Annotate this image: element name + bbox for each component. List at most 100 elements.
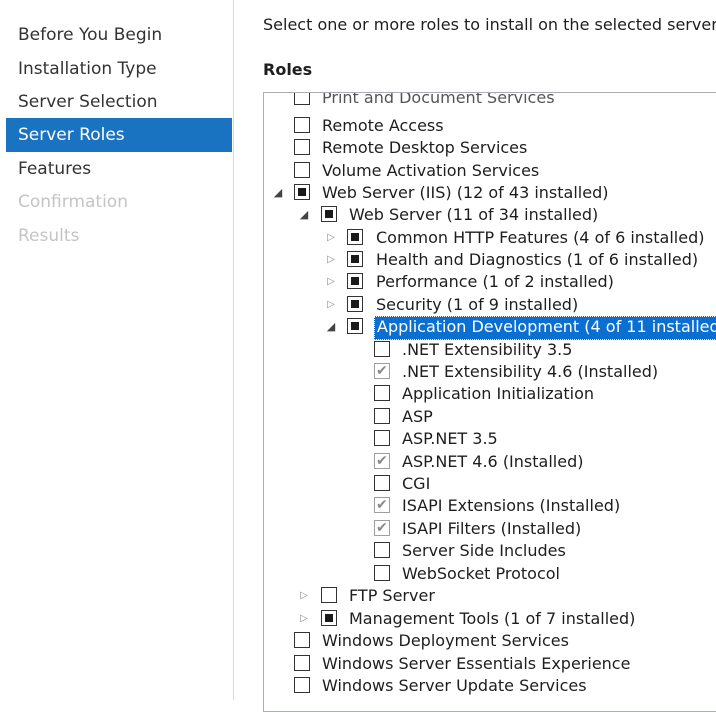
tree-item-windows-deployment-services[interactable]: Windows Deployment Services xyxy=(264,630,716,652)
item-label: Windows Server Essentials Experience xyxy=(322,654,631,673)
checkbox[interactable] xyxy=(347,273,363,289)
item-label: ISAPI Filters (Installed) xyxy=(402,519,582,538)
expanded-arrow-icon[interactable]: ◢ xyxy=(298,204,310,226)
roles-heading: Roles xyxy=(263,60,313,79)
checkbox[interactable] xyxy=(321,206,337,222)
item-label: Common HTTP Features (4 of 6 installed) xyxy=(376,228,705,247)
item-label: ASP.NET 3.5 xyxy=(402,429,498,448)
checkbox[interactable] xyxy=(374,385,390,401)
checkbox-installed: ✔ xyxy=(374,453,390,469)
nav-server-selection[interactable]: Server Selection xyxy=(6,85,232,119)
tree-item-websocket-protocol[interactable]: WebSocket Protocol xyxy=(264,563,716,585)
tree-item-volume-activation-services[interactable]: Volume Activation Services xyxy=(264,160,716,182)
checkbox-installed: ✔ xyxy=(374,497,390,513)
item-label: Security (1 of 9 installed) xyxy=(376,295,579,314)
tree-item-management-tools[interactable]: ▷ Management Tools (1 of 7 installed) xyxy=(264,608,716,630)
tree-item-security[interactable]: ▷ Security (1 of 9 installed) xyxy=(264,294,716,316)
tree-item-isapi-extensions[interactable]: ✔ ISAPI Extensions (Installed) xyxy=(264,495,716,517)
checkbox-installed: ✔ xyxy=(374,520,390,536)
tree-item-performance[interactable]: ▷ Performance (1 of 2 installed) xyxy=(264,271,716,293)
item-label: Windows Deployment Services xyxy=(322,631,569,650)
check-icon: ✔ xyxy=(376,453,388,469)
checkbox[interactable] xyxy=(347,296,363,312)
item-label: .NET Extensibility 3.5 xyxy=(402,340,573,359)
check-icon: ✔ xyxy=(376,520,388,536)
collapsed-arrow-icon[interactable]: ▷ xyxy=(298,585,310,607)
checkbox[interactable] xyxy=(294,93,310,105)
checkbox[interactable] xyxy=(294,139,310,155)
expanded-arrow-icon[interactable]: ◢ xyxy=(272,182,284,204)
item-label: Print and Document Services xyxy=(322,92,555,107)
tree-item-application-initialization[interactable]: Application Initialization xyxy=(264,383,716,405)
checkbox[interactable] xyxy=(294,117,310,133)
item-label: Management Tools (1 of 7 installed) xyxy=(349,609,636,628)
item-label: Application Initialization xyxy=(402,384,595,403)
nav-before-you-begin[interactable]: Before You Begin xyxy=(6,18,232,52)
tree-item-common-http-features[interactable]: ▷ Common HTTP Features (4 of 6 installed… xyxy=(264,227,716,249)
tree-item-aspnet-46[interactable]: ✔ ASP.NET 4.6 (Installed) xyxy=(264,451,716,473)
tree-item-server-side-includes[interactable]: Server Side Includes xyxy=(264,540,716,562)
item-label: Web Server (11 of 34 installed) xyxy=(349,205,599,224)
collapsed-arrow-icon[interactable]: ▷ xyxy=(325,227,337,249)
checkbox[interactable] xyxy=(347,318,363,334)
item-label: Web Server (IIS) (12 of 43 installed) xyxy=(322,183,609,202)
tree-item-health-diagnostics[interactable]: ▷ Health and Diagnostics (1 of 6 install… xyxy=(264,249,716,271)
item-label: Remote Desktop Services xyxy=(322,138,528,157)
nav-confirmation: Confirmation xyxy=(18,192,128,212)
checkbox[interactable] xyxy=(347,229,363,245)
checkbox[interactable] xyxy=(374,430,390,446)
page-instruction: Select one or more roles to install on t… xyxy=(263,15,716,34)
checkbox[interactable] xyxy=(294,632,310,648)
tree-item-print-document-services[interactable]: Print and Document Services xyxy=(264,92,716,109)
collapsed-arrow-icon[interactable]: ▷ xyxy=(298,608,310,630)
tree-item-windows-server-update-services[interactable]: Windows Server Update Services xyxy=(264,675,716,697)
roles-tree[interactable]: Print and Document Services Remote Acces… xyxy=(263,92,716,712)
checkbox[interactable] xyxy=(294,184,310,200)
item-label: Server Side Includes xyxy=(402,541,566,560)
item-label: WebSocket Protocol xyxy=(402,564,560,583)
tree-item-remote-access[interactable]: Remote Access xyxy=(264,115,716,137)
checkbox[interactable] xyxy=(374,542,390,558)
item-label: FTP Server xyxy=(349,586,435,605)
tree-item-remote-desktop-services[interactable]: Remote Desktop Services xyxy=(264,137,716,159)
checkbox[interactable] xyxy=(294,677,310,693)
tree-item-windows-server-essentials[interactable]: Windows Server Essentials Experience xyxy=(264,653,716,675)
collapsed-arrow-icon[interactable]: ▷ xyxy=(325,249,337,271)
checkbox[interactable] xyxy=(294,162,310,178)
tree-item-web-server[interactable]: ◢ Web Server (11 of 34 installed) xyxy=(264,204,716,226)
nav-features[interactable]: Features xyxy=(6,152,232,186)
item-label: Remote Access xyxy=(322,116,444,135)
tree-item-asp[interactable]: ASP xyxy=(264,406,716,428)
item-label-selected: Application Development (4 of 11 install… xyxy=(374,316,716,340)
tree-item-application-development[interactable]: ◢ Application Development (4 of 11 insta… xyxy=(264,316,716,340)
check-icon: ✔ xyxy=(376,363,388,379)
tree-item-web-server-iis[interactable]: ◢ Web Server (IIS) (12 of 43 installed) xyxy=(264,182,716,204)
checkbox[interactable] xyxy=(374,341,390,357)
expanded-arrow-icon[interactable]: ◢ xyxy=(325,316,337,338)
tree-item-cgi[interactable]: CGI xyxy=(264,473,716,495)
nav-results: Results xyxy=(18,226,80,246)
tree-item-net-extensibility-35[interactable]: .NET Extensibility 3.5 xyxy=(264,339,716,361)
checkbox[interactable] xyxy=(321,610,337,626)
nav-installation-type[interactable]: Installation Type xyxy=(6,52,232,86)
item-label: ISAPI Extensions (Installed) xyxy=(402,496,621,515)
item-label: Volume Activation Services xyxy=(322,161,540,180)
item-label: ASP xyxy=(402,407,433,426)
checkbox[interactable] xyxy=(374,565,390,581)
checkbox[interactable] xyxy=(294,655,310,671)
wizard-navigation: Before You Begin Installation Type Serve… xyxy=(0,0,233,700)
checkbox[interactable] xyxy=(321,587,337,603)
item-label: Windows Server Update Services xyxy=(322,676,587,695)
nav-divider xyxy=(233,0,234,700)
nav-server-roles[interactable]: Server Roles xyxy=(6,118,232,152)
checkbox[interactable] xyxy=(374,475,390,491)
tree-item-ftp-server[interactable]: ▷ FTP Server xyxy=(264,585,716,607)
collapsed-arrow-icon[interactable]: ▷ xyxy=(325,294,337,316)
tree-item-isapi-filters[interactable]: ✔ ISAPI Filters (Installed) xyxy=(264,518,716,540)
checkbox-installed: ✔ xyxy=(374,363,390,379)
checkbox[interactable] xyxy=(374,408,390,424)
collapsed-arrow-icon[interactable]: ▷ xyxy=(325,271,337,293)
tree-item-aspnet-35[interactable]: ASP.NET 3.5 xyxy=(264,428,716,450)
tree-item-net-extensibility-46[interactable]: ✔ .NET Extensibility 4.6 (Installed) xyxy=(264,361,716,383)
checkbox[interactable] xyxy=(347,251,363,267)
